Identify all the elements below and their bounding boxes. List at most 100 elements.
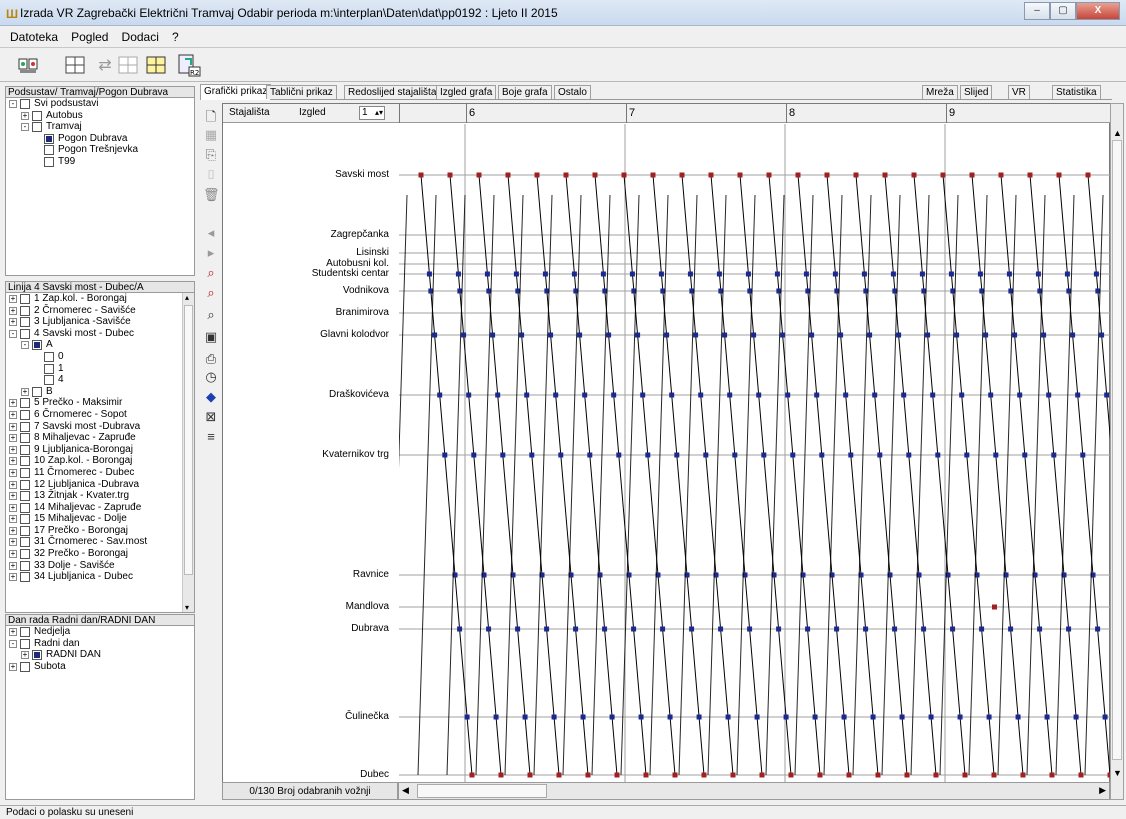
expand-icon[interactable]: + bbox=[9, 422, 17, 431]
expand-icon[interactable]: + bbox=[9, 480, 17, 489]
tab-0[interactable]: Grafički prikaz bbox=[200, 84, 272, 100]
tab-3[interactable]: Izgled grafa bbox=[436, 85, 497, 99]
grid-add-icon[interactable]: ▦ bbox=[203, 127, 219, 143]
tree-item[interactable]: +10 Zap.kol. - Borongaj bbox=[6, 455, 194, 467]
tree-checkbox[interactable] bbox=[44, 363, 54, 374]
tree-checkbox[interactable] bbox=[20, 661, 30, 672]
tree-checkbox[interactable] bbox=[20, 537, 30, 548]
collapse-icon[interactable]: - bbox=[9, 329, 17, 338]
scroll-thumb[interactable] bbox=[417, 784, 547, 798]
collapse-icon[interactable]: - bbox=[9, 100, 17, 108]
print-icon[interactable]: ⎙ bbox=[203, 351, 219, 367]
tree-checkbox[interactable] bbox=[20, 560, 30, 571]
tree-checkbox[interactable] bbox=[20, 421, 30, 432]
magnifier-multi-icon[interactable]: ⌕ bbox=[203, 285, 219, 301]
collapse-icon[interactable]: - bbox=[21, 341, 29, 350]
grid-icon[interactable] bbox=[118, 55, 138, 75]
expand-icon[interactable]: + bbox=[9, 526, 17, 535]
expand-icon[interactable]: + bbox=[9, 318, 17, 327]
tab-2[interactable]: Redoslijed stajališta bbox=[344, 85, 441, 99]
tree-checkbox[interactable] bbox=[20, 514, 30, 525]
expand-icon[interactable]: + bbox=[9, 628, 17, 636]
tree-item[interactable]: - 4 Savski most - Dubec bbox=[6, 328, 194, 340]
menu-datoteka[interactable]: Datoteka bbox=[10, 30, 58, 44]
grid-yellow-icon[interactable] bbox=[146, 55, 166, 75]
tree-checkbox[interactable] bbox=[20, 328, 30, 339]
tree-checkbox[interactable] bbox=[44, 351, 54, 362]
tree-item[interactable]: + Nedjelja bbox=[6, 626, 194, 638]
tree-checkbox[interactable] bbox=[20, 572, 30, 583]
view-spinner[interactable]: 1 ▴▾ bbox=[359, 106, 385, 120]
collapse-icon[interactable]: - bbox=[21, 123, 29, 132]
app-tool-icon[interactable] bbox=[18, 55, 38, 75]
graph-canvas[interactable] bbox=[399, 124, 1111, 784]
expand-icon[interactable]: + bbox=[9, 399, 17, 408]
tree-checkbox[interactable] bbox=[20, 491, 30, 502]
tree-item[interactable]: +14 Mihaljevac - Zapruđe bbox=[6, 502, 194, 514]
tree-item[interactable]: +7 Savski most -Dubrava bbox=[6, 421, 194, 433]
close-button[interactable]: X bbox=[1076, 2, 1120, 20]
horizontal-scrollbar[interactable]: ◀ ▶ bbox=[398, 782, 1110, 800]
expand-icon[interactable]: + bbox=[9, 662, 17, 671]
menu-dodaci[interactable]: Dodaci bbox=[122, 30, 159, 44]
magnifier-red-icon[interactable]: ⌕ bbox=[203, 265, 219, 281]
expand-icon[interactable]: + bbox=[9, 295, 17, 303]
tree-item[interactable]: +12 Ljubljanica -Dubrava bbox=[6, 479, 194, 491]
tree-checkbox[interactable] bbox=[20, 549, 30, 560]
expand-icon[interactable]: + bbox=[9, 457, 17, 466]
expand-icon[interactable]: + bbox=[21, 387, 29, 396]
tree-checkbox[interactable] bbox=[20, 467, 30, 478]
tree-item[interactable]: + Autobus bbox=[6, 110, 194, 122]
expand-icon[interactable]: + bbox=[21, 111, 29, 120]
menu-pogled[interactable]: Pogled bbox=[71, 30, 108, 44]
tree-checkbox[interactable] bbox=[20, 638, 30, 649]
expand-icon[interactable]: + bbox=[9, 434, 17, 443]
double-arrow-icon[interactable]: ⇄ bbox=[95, 55, 115, 75]
tree-item[interactable]: Pogon Trešnjevka bbox=[6, 144, 194, 156]
trash-icon[interactable]: 🗑 bbox=[203, 187, 220, 203]
tree-checkbox[interactable] bbox=[20, 502, 30, 513]
tree-item[interactable]: +17 Prečko - Borongaj bbox=[6, 525, 194, 537]
tree-item[interactable]: +34 Ljubljanica - Dubec bbox=[6, 571, 194, 583]
tree-checkbox[interactable] bbox=[20, 305, 30, 316]
tree-checkbox[interactable] bbox=[20, 627, 30, 637]
new-doc-icon[interactable]: 🗋 bbox=[203, 109, 219, 125]
tree-checkbox[interactable] bbox=[20, 294, 30, 304]
tree-item[interactable]: 1 bbox=[6, 363, 194, 375]
tree-item[interactable]: - Svi podsustavi bbox=[6, 98, 194, 110]
expand-icon[interactable]: + bbox=[9, 561, 17, 570]
tree-checkbox[interactable] bbox=[44, 145, 54, 156]
maximize-button[interactable]: ▢ bbox=[1050, 2, 1076, 20]
tree-item[interactable]: +2 Črnomerec - Savišće bbox=[6, 305, 194, 317]
tree-item[interactable]: +15 Mihaljevac - Dolje bbox=[6, 513, 194, 525]
scroll-down-icon[interactable]: ▼ bbox=[1113, 768, 1122, 778]
tab-5[interactable]: Ostalo bbox=[554, 85, 591, 99]
tree-item[interactable]: +6 Črnomerec - Sopot bbox=[6, 409, 194, 421]
tree-item[interactable]: + B bbox=[6, 386, 194, 398]
tree-checkbox[interactable] bbox=[20, 398, 30, 409]
spinner-arrows-icon[interactable]: ▴▾ bbox=[375, 107, 383, 119]
tree-checkbox[interactable] bbox=[44, 156, 54, 167]
collapse-icon[interactable]: - bbox=[9, 639, 17, 648]
tree-item[interactable]: Pogon Dubrava bbox=[6, 132, 194, 145]
book-route-icon[interactable]: R2 bbox=[177, 53, 201, 77]
tree-item[interactable]: - Tramvaj bbox=[6, 121, 194, 133]
expand-icon[interactable]: + bbox=[9, 515, 17, 524]
tree-item[interactable]: +32 Prečko - Borongaj bbox=[6, 548, 194, 560]
bracket-icon[interactable]: ⌷ bbox=[203, 167, 219, 183]
expand-icon[interactable]: + bbox=[21, 651, 29, 660]
tab-4[interactable]: Boje grafa bbox=[498, 85, 552, 99]
tree-item[interactable]: +1 Zap.kol. - Borongaj bbox=[6, 293, 194, 305]
scroll-up-icon[interactable]: ▴ bbox=[185, 293, 189, 302]
expand-icon[interactable]: + bbox=[9, 538, 17, 547]
save-icon[interactable]: ▣ bbox=[203, 329, 219, 345]
tree-item[interactable]: 0 bbox=[6, 351, 194, 363]
scroll-thumb[interactable] bbox=[184, 305, 193, 575]
tree-checkbox[interactable] bbox=[20, 456, 30, 467]
tree-checkbox[interactable] bbox=[32, 650, 42, 661]
tab-right-1[interactable]: Slijed bbox=[960, 85, 993, 99]
tree-checkbox[interactable] bbox=[20, 433, 30, 444]
tree-item[interactable]: + Subota bbox=[6, 661, 194, 673]
arrow-left-icon[interactable]: ◂ bbox=[203, 225, 219, 241]
tree-checkbox[interactable] bbox=[32, 340, 42, 351]
